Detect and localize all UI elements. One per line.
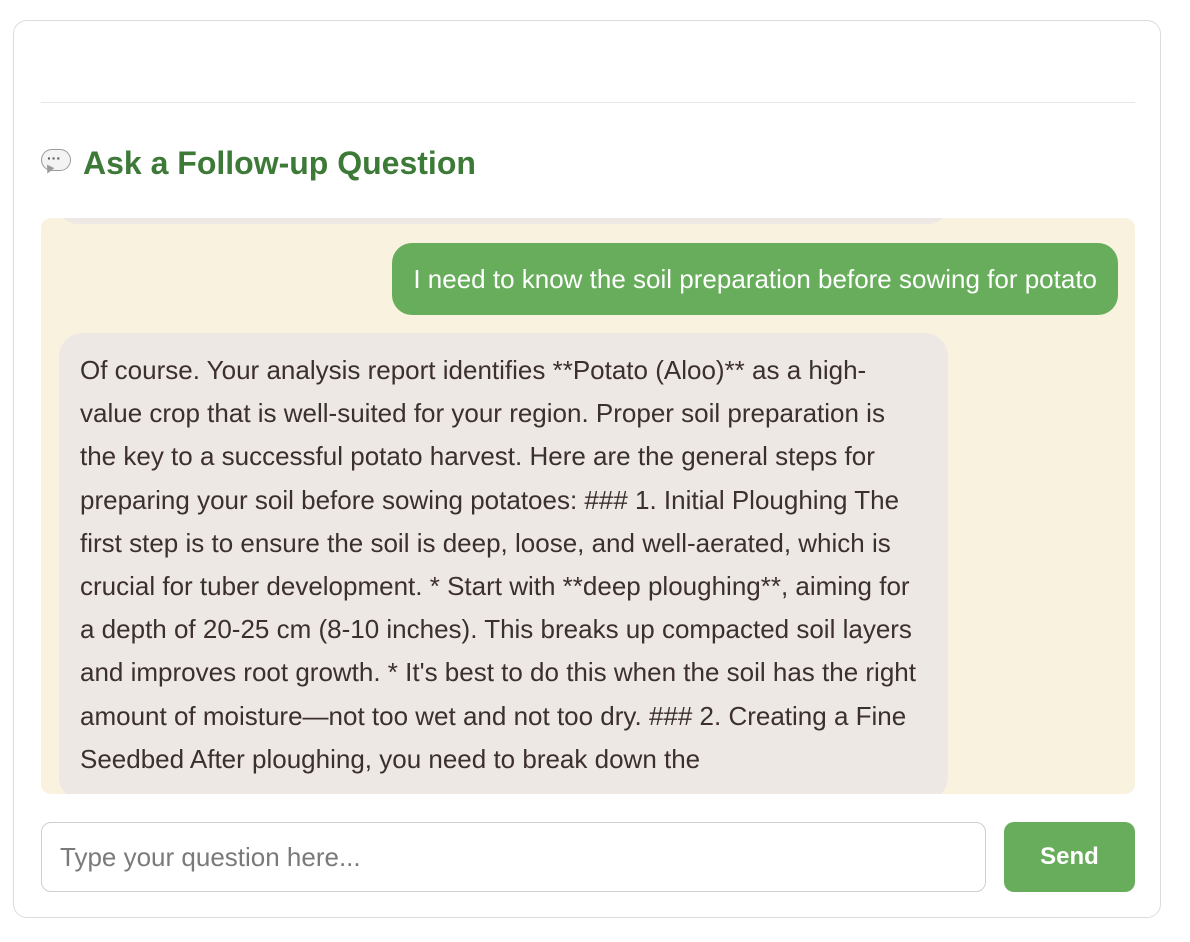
divider <box>41 102 1135 103</box>
question-input-row: Send <box>41 822 1135 892</box>
follow-up-card: ··· Ask a Follow-up Question I need to k… <box>13 20 1161 918</box>
user-message: I need to know the soil preparation befo… <box>392 243 1118 315</box>
send-button[interactable]: Send <box>1004 822 1135 892</box>
previous-message-bubble <box>59 218 947 224</box>
chat-history[interactable]: I need to know the soil preparation befo… <box>41 218 1135 794</box>
section-title-text: Ask a Follow-up Question <box>83 144 476 181</box>
assistant-message: Of course. Your analysis report identifi… <box>59 333 948 794</box>
section-title: ··· Ask a Follow-up Question <box>41 141 476 185</box>
question-input[interactable] <box>41 822 986 892</box>
speech-bubble-icon: ··· <box>41 149 71 176</box>
